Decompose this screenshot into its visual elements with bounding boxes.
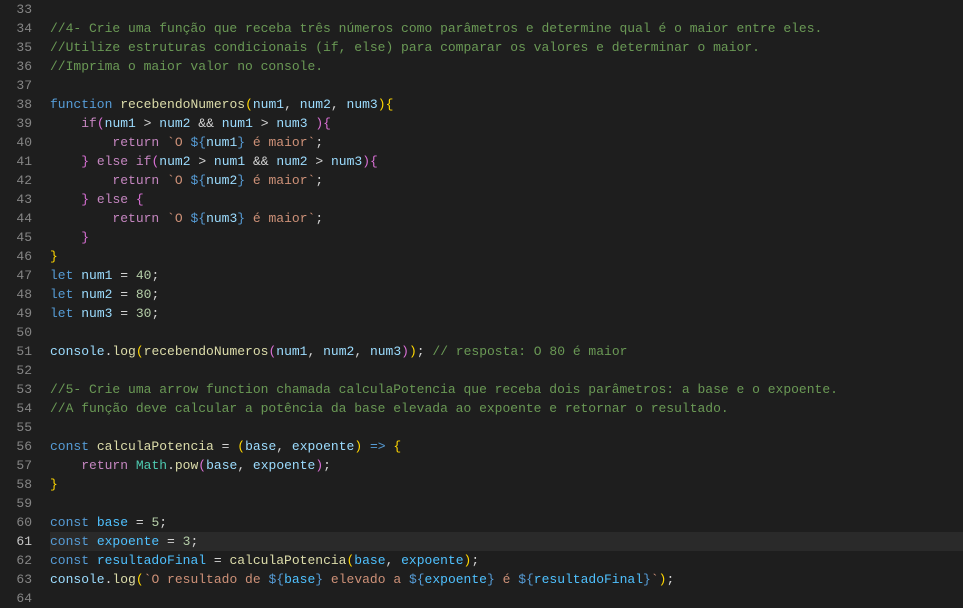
line-number: 42	[0, 171, 32, 190]
code-line[interactable]: console.log(`O resultado de ${base} elev…	[50, 570, 963, 589]
line-number: 41	[0, 152, 32, 171]
line-number: 60	[0, 513, 32, 532]
line-number: 37	[0, 76, 32, 95]
code-line[interactable]	[50, 323, 963, 342]
line-number: 34	[0, 19, 32, 38]
code-line[interactable]: }	[50, 247, 963, 266]
line-number: 48	[0, 285, 32, 304]
line-number: 49	[0, 304, 32, 323]
code-line[interactable]: //Utilize estruturas condicionais (if, e…	[50, 38, 963, 57]
code-line[interactable]	[50, 76, 963, 95]
line-number: 57	[0, 456, 32, 475]
line-number: 39	[0, 114, 32, 133]
line-number: 38	[0, 95, 32, 114]
code-line[interactable]: } else {	[50, 190, 963, 209]
code-line[interactable]: }	[50, 228, 963, 247]
code-line[interactable]: const resultadoFinal = calculaPotencia(b…	[50, 551, 963, 570]
code-line[interactable]: //5- Crie uma arrow function chamada cal…	[50, 380, 963, 399]
code-line[interactable]: let num2 = 80;	[50, 285, 963, 304]
line-number: 40	[0, 133, 32, 152]
code-line[interactable]: //4- Crie uma função que receba três núm…	[50, 19, 963, 38]
line-number: 63	[0, 570, 32, 589]
code-line[interactable]: const base = 5;	[50, 513, 963, 532]
line-number-gutter: 3334353637383940414243444546474849505152…	[0, 0, 50, 601]
code-line[interactable]	[50, 418, 963, 437]
line-number: 53	[0, 380, 32, 399]
line-number: 35	[0, 38, 32, 57]
code-line[interactable]: }	[50, 475, 963, 494]
code-line[interactable]: const expoente = 3;	[50, 532, 963, 551]
code-line[interactable]: } else if(num2 > num1 && num2 > num3){	[50, 152, 963, 171]
line-number: 59	[0, 494, 32, 513]
code-line[interactable]: const calculaPotencia = (base, expoente)…	[50, 437, 963, 456]
line-number: 54	[0, 399, 32, 418]
line-number: 55	[0, 418, 32, 437]
code-line[interactable]: let num1 = 40;	[50, 266, 963, 285]
line-number: 47	[0, 266, 32, 285]
code-line[interactable]	[50, 494, 963, 513]
code-line[interactable]	[50, 0, 963, 19]
line-number: 52	[0, 361, 32, 380]
code-area[interactable]: //4- Crie uma função que receba três núm…	[50, 0, 963, 601]
code-line[interactable]: return `O ${num2} é maior`;	[50, 171, 963, 190]
code-line[interactable]: if(num1 > num2 && num1 > num3 ){	[50, 114, 963, 133]
code-line[interactable]: let num3 = 30;	[50, 304, 963, 323]
line-number: 44	[0, 209, 32, 228]
line-number: 33	[0, 0, 32, 19]
line-number: 58	[0, 475, 32, 494]
line-number: 61	[0, 532, 32, 551]
code-line[interactable]: //A função deve calcular a potência da b…	[50, 399, 963, 418]
code-line[interactable]	[50, 361, 963, 380]
line-number: 50	[0, 323, 32, 342]
code-line[interactable]: return `O ${num1} é maior`;	[50, 133, 963, 152]
line-number: 62	[0, 551, 32, 570]
line-number: 56	[0, 437, 32, 456]
line-number: 36	[0, 57, 32, 76]
code-line[interactable]	[50, 589, 963, 608]
line-number: 51	[0, 342, 32, 361]
line-number: 45	[0, 228, 32, 247]
line-number: 43	[0, 190, 32, 209]
code-line[interactable]: return Math.pow(base, expoente);	[50, 456, 963, 475]
code-line[interactable]: //Imprima o maior valor no console.	[50, 57, 963, 76]
code-line[interactable]: function recebendoNumeros(num1, num2, nu…	[50, 95, 963, 114]
code-editor[interactable]: 3334353637383940414243444546474849505152…	[0, 0, 963, 601]
code-line[interactable]: return `O ${num3} é maior`;	[50, 209, 963, 228]
code-line[interactable]: console.log(recebendoNumeros(num1, num2,…	[50, 342, 963, 361]
line-number: 46	[0, 247, 32, 266]
line-number: 64	[0, 589, 32, 608]
